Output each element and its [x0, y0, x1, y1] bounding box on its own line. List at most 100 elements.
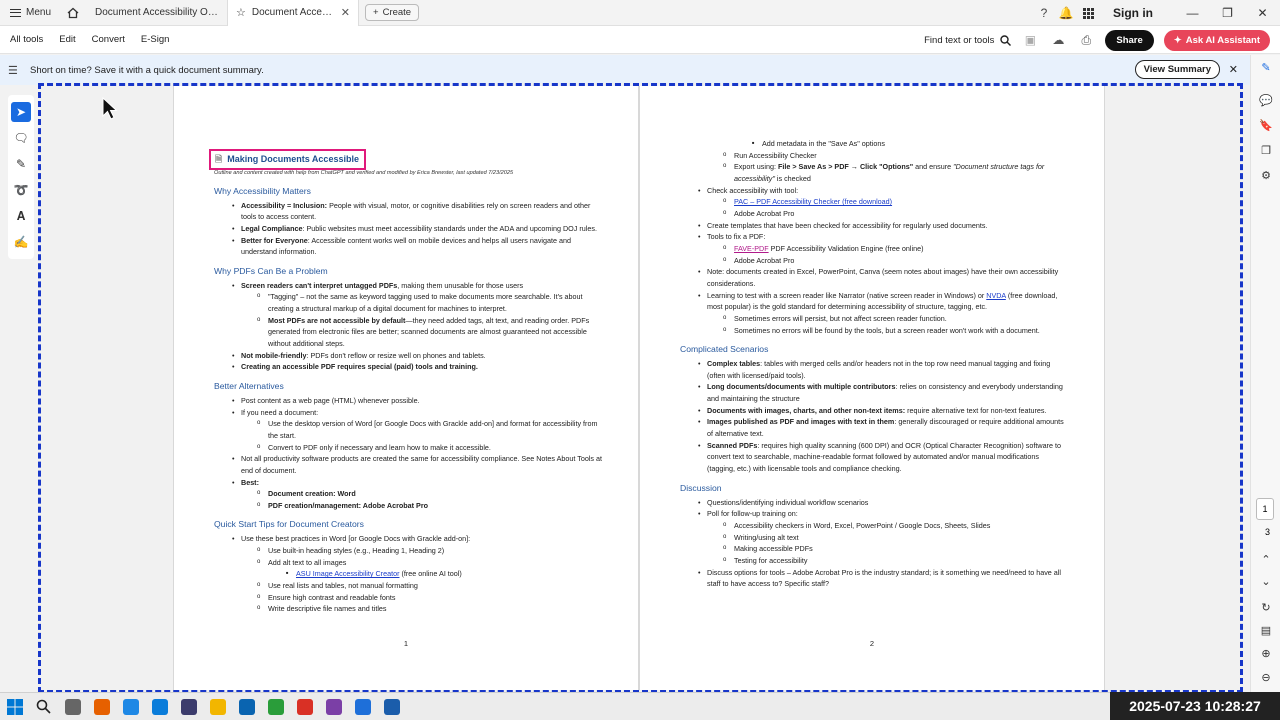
taskbar-app-icon[interactable] — [145, 693, 174, 720]
app-icon — [151, 698, 168, 715]
comment-icon[interactable]: 💬 — [1251, 88, 1280, 113]
pages-icon[interactable]: ❐ — [1251, 138, 1280, 163]
app-icon — [238, 698, 255, 715]
taskbar-app-icon[interactable] — [290, 693, 319, 720]
list-item: Ensure high contrast and readable fonts — [214, 592, 602, 604]
list-item: Adobe Acrobat Pro — [680, 255, 1068, 267]
restore-icon[interactable]: ❐ — [1210, 0, 1245, 26]
menu-button[interactable]: Menu — [0, 0, 59, 26]
pdf-page-1: 🗎 Making Documents Accessible Outline an… — [173, 86, 639, 690]
fit-page-icon[interactable]: ▤ — [1251, 618, 1280, 643]
list-item: Questions/identifying individual workflo… — [680, 497, 1068, 509]
page-2-content: Add metadata in the "Save As" options Ru… — [680, 138, 1068, 590]
summary-icon: ☰ — [8, 64, 18, 77]
list-item: Accessibility = Inclusion: People with v… — [214, 200, 602, 223]
text-tool-icon[interactable]: 𝐀 — [8, 203, 34, 229]
banner-text: Short on time? Save it with a quick docu… — [30, 64, 264, 76]
list-item: "Tagging" – not the same as keyword tagg… — [214, 291, 602, 314]
rotate-icon[interactable]: ↻ — [1251, 595, 1280, 620]
attachments-icon[interactable]: ⚙ — [1251, 163, 1280, 188]
list-item: Check accessibility with tool: — [680, 185, 1068, 197]
find-text-button[interactable]: Find text or tools — [924, 34, 1012, 46]
list-item: Adobe Acrobat Pro — [680, 208, 1068, 220]
close-banner-icon[interactable]: ✕ — [1229, 63, 1238, 76]
tab-document-1[interactable]: Document Accessibility Overvie... — [87, 0, 227, 26]
app-icon — [296, 698, 313, 715]
document-subtitle: Outline and content created with help fr… — [214, 169, 514, 176]
find-label: Find text or tools — [924, 34, 995, 46]
list-item: Tools to fix a PDF: — [680, 231, 1068, 243]
search-icon[interactable] — [29, 693, 58, 720]
comment-tool-icon[interactable]: 🗨 — [8, 125, 34, 151]
tab-document-2-active[interactable]: ☆ Document Accessibility ... ✕ — [227, 0, 360, 26]
menu-edit[interactable]: Edit — [51, 34, 83, 45]
close-window-icon[interactable]: ✕ — [1245, 0, 1280, 26]
create-button[interactable]: + Create — [365, 4, 420, 21]
share-button[interactable]: Share — [1105, 29, 1154, 51]
close-tab-icon[interactable]: ✕ — [341, 6, 350, 19]
windows-start-icon[interactable] — [0, 693, 29, 720]
list-item: Long documents/documents with multiple c… — [680, 381, 1068, 404]
hamburger-icon — [10, 8, 21, 17]
document-title-text: Making Documents Accessible — [227, 154, 359, 164]
list-item: Use these best practices in Word [or Goo… — [214, 533, 602, 545]
minimize-icon[interactable]: — — [1175, 0, 1210, 26]
pdf-page-2: Add metadata in the "Save As" options Ru… — [639, 86, 1105, 690]
asu-link[interactable]: ASU Image Accessibility Creator — [296, 569, 399, 578]
menu-esign[interactable]: E-Sign — [133, 34, 178, 45]
apps-grid-icon[interactable] — [1077, 0, 1099, 26]
nvda-link[interactable]: NVDA — [986, 291, 1006, 300]
home-button[interactable] — [59, 0, 87, 26]
select-tool-icon[interactable]: ➤ — [11, 102, 31, 122]
menu-convert[interactable]: Convert — [84, 34, 133, 45]
list-item: Note: documents created in Excel, PowerP… — [680, 266, 1068, 289]
draw-tool-icon[interactable]: ➰ — [8, 177, 34, 203]
taskbar-app-icon[interactable] — [203, 693, 232, 720]
highlight-tool-icon[interactable]: ✎ — [8, 151, 34, 177]
bookmark-icon[interactable]: 🔖 — [1251, 113, 1280, 138]
right-rail: ✎ 💬 🔖 ❐ ⚙ 1 3 ⌃ ⌄ ↻ ▤ ⊕ ⊖ — [1250, 55, 1280, 695]
bell-icon[interactable]: 🔔 — [1055, 0, 1077, 26]
taskbar-app-icon[interactable] — [174, 693, 203, 720]
list-item: Better for Everyone: Accessible content … — [214, 235, 602, 258]
taskbar-app-icon[interactable] — [261, 693, 290, 720]
view-summary-button[interactable]: View Summary — [1134, 60, 1220, 79]
ai-label: Ask AI Assistant — [1185, 34, 1260, 46]
system-clock: 2025-07-23 10:28:27 — [1110, 692, 1280, 720]
pac-link[interactable]: PAC – PDF Accessibility Checker (free do… — [734, 197, 892, 206]
heading-discussion: Discussion — [680, 482, 722, 493]
list-item: Use the desktop version of Word [or Goog… — [214, 418, 602, 441]
zoom-out-icon[interactable]: ⊖ — [1251, 665, 1280, 690]
create-label: Create — [382, 7, 412, 18]
menu-all-tools[interactable]: All tools — [0, 34, 51, 45]
tab-bar: Menu Document Accessibility Overvie... ☆… — [0, 0, 1280, 26]
upload-cloud-icon[interactable]: ☁ — [1049, 33, 1067, 47]
sign-tool-icon[interactable]: ✍ — [8, 229, 34, 255]
list-item: Creating an accessible PDF requires spec… — [214, 361, 602, 373]
taskbar-app-icon[interactable] — [116, 693, 145, 720]
page-down-icon[interactable]: ⌄ — [1251, 569, 1280, 594]
app-icon — [267, 698, 284, 715]
fave-pdf-link[interactable]: FAVE-PDF — [734, 244, 769, 253]
list-item: Poll for follow-up training on: — [680, 508, 1068, 520]
page-number: 1 — [403, 638, 409, 648]
taskbar-app-icon[interactable] — [87, 693, 116, 720]
mouse-cursor-icon — [102, 97, 118, 120]
taskbar-app-icon[interactable] — [58, 693, 87, 720]
document-icon: 🗎 — [215, 154, 223, 164]
taskbar-app-icon[interactable] — [348, 693, 377, 720]
search-icon — [1000, 34, 1012, 46]
print-icon[interactable]: ⎙ — [1077, 33, 1095, 48]
page-number-input[interactable]: 1 — [1256, 498, 1274, 520]
list-item: Documents with images, charts, and other… — [680, 405, 1068, 417]
edit-panel-icon[interactable]: ✎ — [1251, 55, 1280, 80]
taskbar-app-icon[interactable] — [319, 693, 348, 720]
save-icon[interactable]: ▣ — [1021, 33, 1039, 47]
taskbar-app-icon[interactable] — [232, 693, 261, 720]
taskbar-app-icon[interactable] — [377, 693, 406, 720]
zoom-in-icon[interactable]: ⊕ — [1251, 641, 1280, 666]
sign-in-button[interactable]: Sign in — [1099, 6, 1175, 20]
help-icon[interactable]: ? — [1033, 0, 1055, 26]
app-icon — [209, 698, 226, 715]
ask-ai-assistant-button[interactable]: ✦ Ask AI Assistant — [1163, 29, 1270, 51]
